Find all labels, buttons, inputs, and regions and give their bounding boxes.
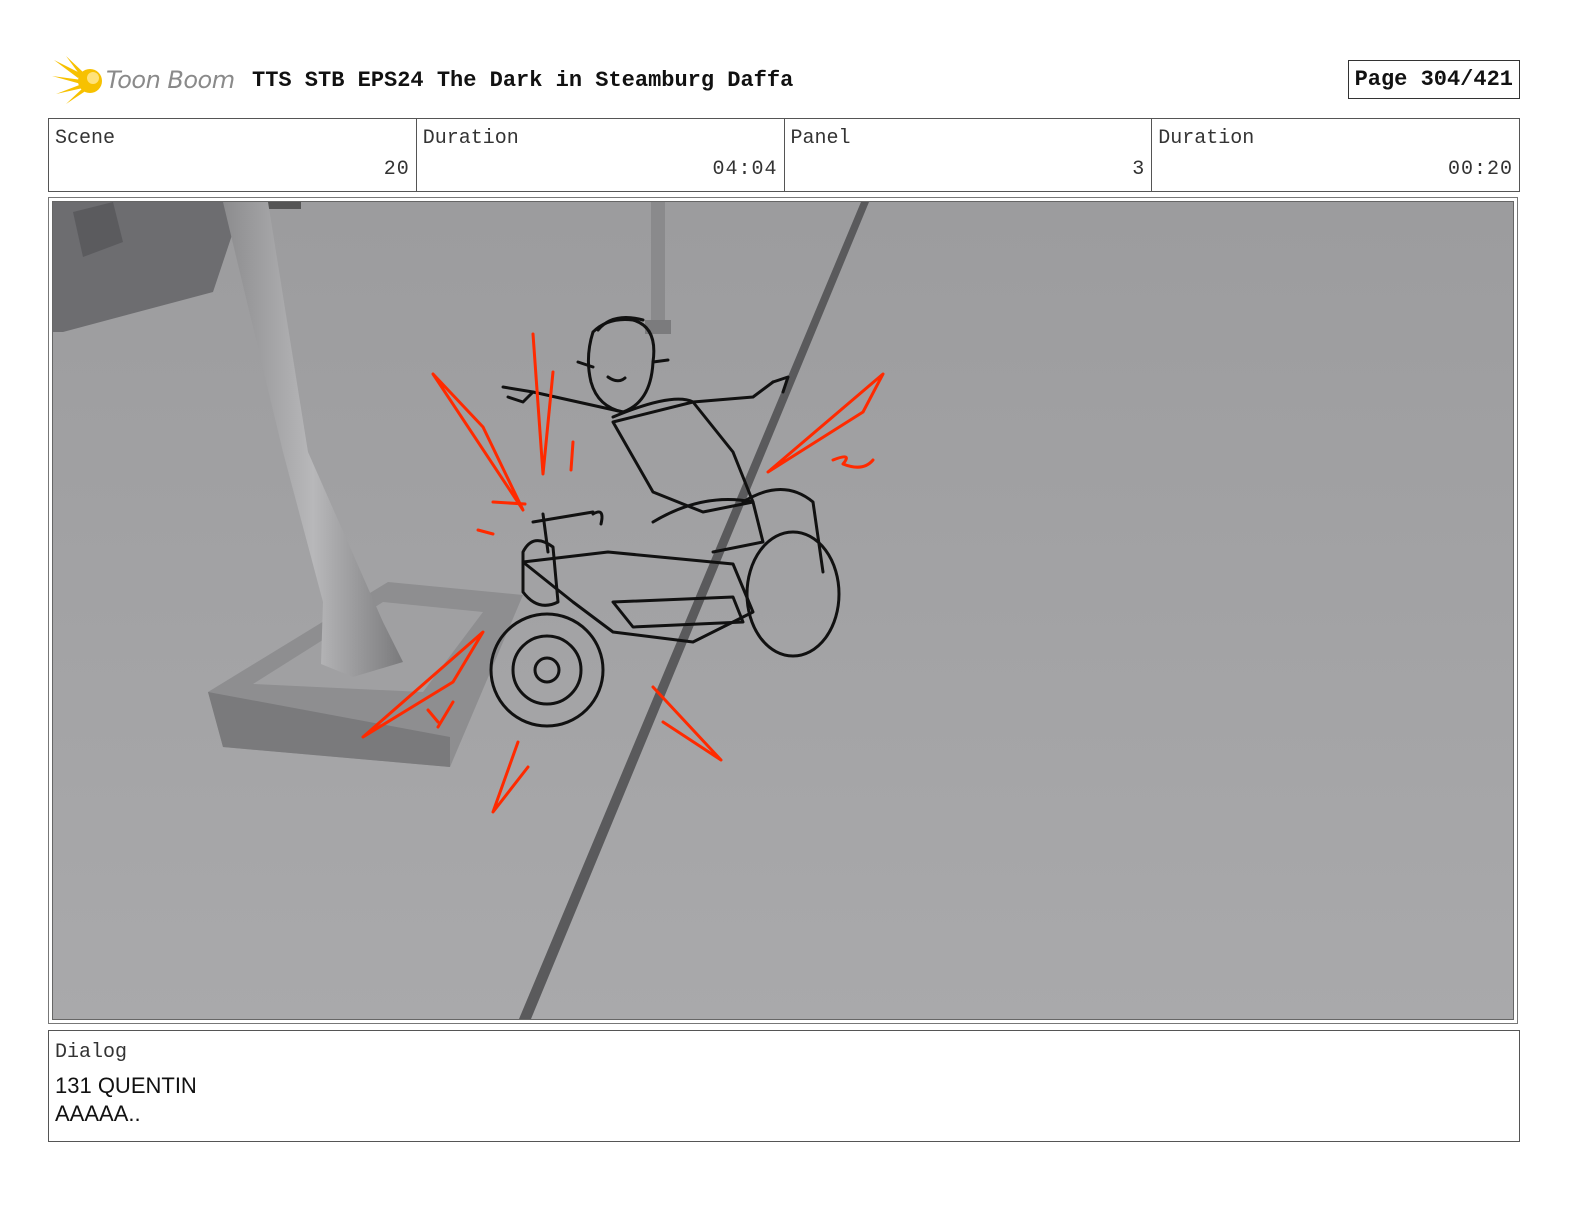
dialog-label: Dialog: [55, 1041, 128, 1064]
storyboard-panel-frame: [48, 197, 1518, 1024]
scene-duration-value: 04:04: [712, 158, 778, 181]
page-header: Toon Boom TTS STB EPS24 The Dark in Stea…: [48, 56, 1520, 106]
document-title: TTS STB EPS24 The Dark in Steamburg Daff…: [252, 68, 794, 93]
storyboard-panel-image: [52, 201, 1514, 1020]
scene-label: Scene: [55, 127, 116, 150]
scene-cell: Scene 20: [49, 119, 417, 191]
page-number: Page 304/421: [1347, 60, 1520, 99]
scene-duration-cell: Duration 04:04: [417, 119, 785, 191]
storyboard-sketch: [53, 202, 1513, 1019]
panel-duration-cell: Duration 00:20: [1152, 119, 1519, 191]
panel-duration-label: Duration: [1158, 127, 1255, 150]
toon-boom-logo: Toon Boom: [52, 56, 242, 106]
panel-label: Panel: [790, 127, 851, 150]
panel-duration-value: 00:20: [1447, 158, 1513, 181]
panel-cell: Panel 3: [785, 119, 1153, 191]
dialog-text: AAAAA..: [55, 1101, 141, 1126]
panel-value: 3: [1132, 158, 1146, 181]
dialog-speaker: 131 QUENTIN: [55, 1073, 197, 1098]
scene-value: 20: [383, 158, 410, 181]
sunburst-icon: [52, 56, 102, 104]
scene-info-table: Scene 20 Duration 04:04 Panel 3 Duration…: [48, 118, 1520, 192]
scene-duration-label: Duration: [422, 127, 519, 150]
logo-wordmark: Toon Boom: [106, 66, 235, 94]
dialog-box: Dialog 131 QUENTIN AAAAA..: [48, 1030, 1520, 1142]
